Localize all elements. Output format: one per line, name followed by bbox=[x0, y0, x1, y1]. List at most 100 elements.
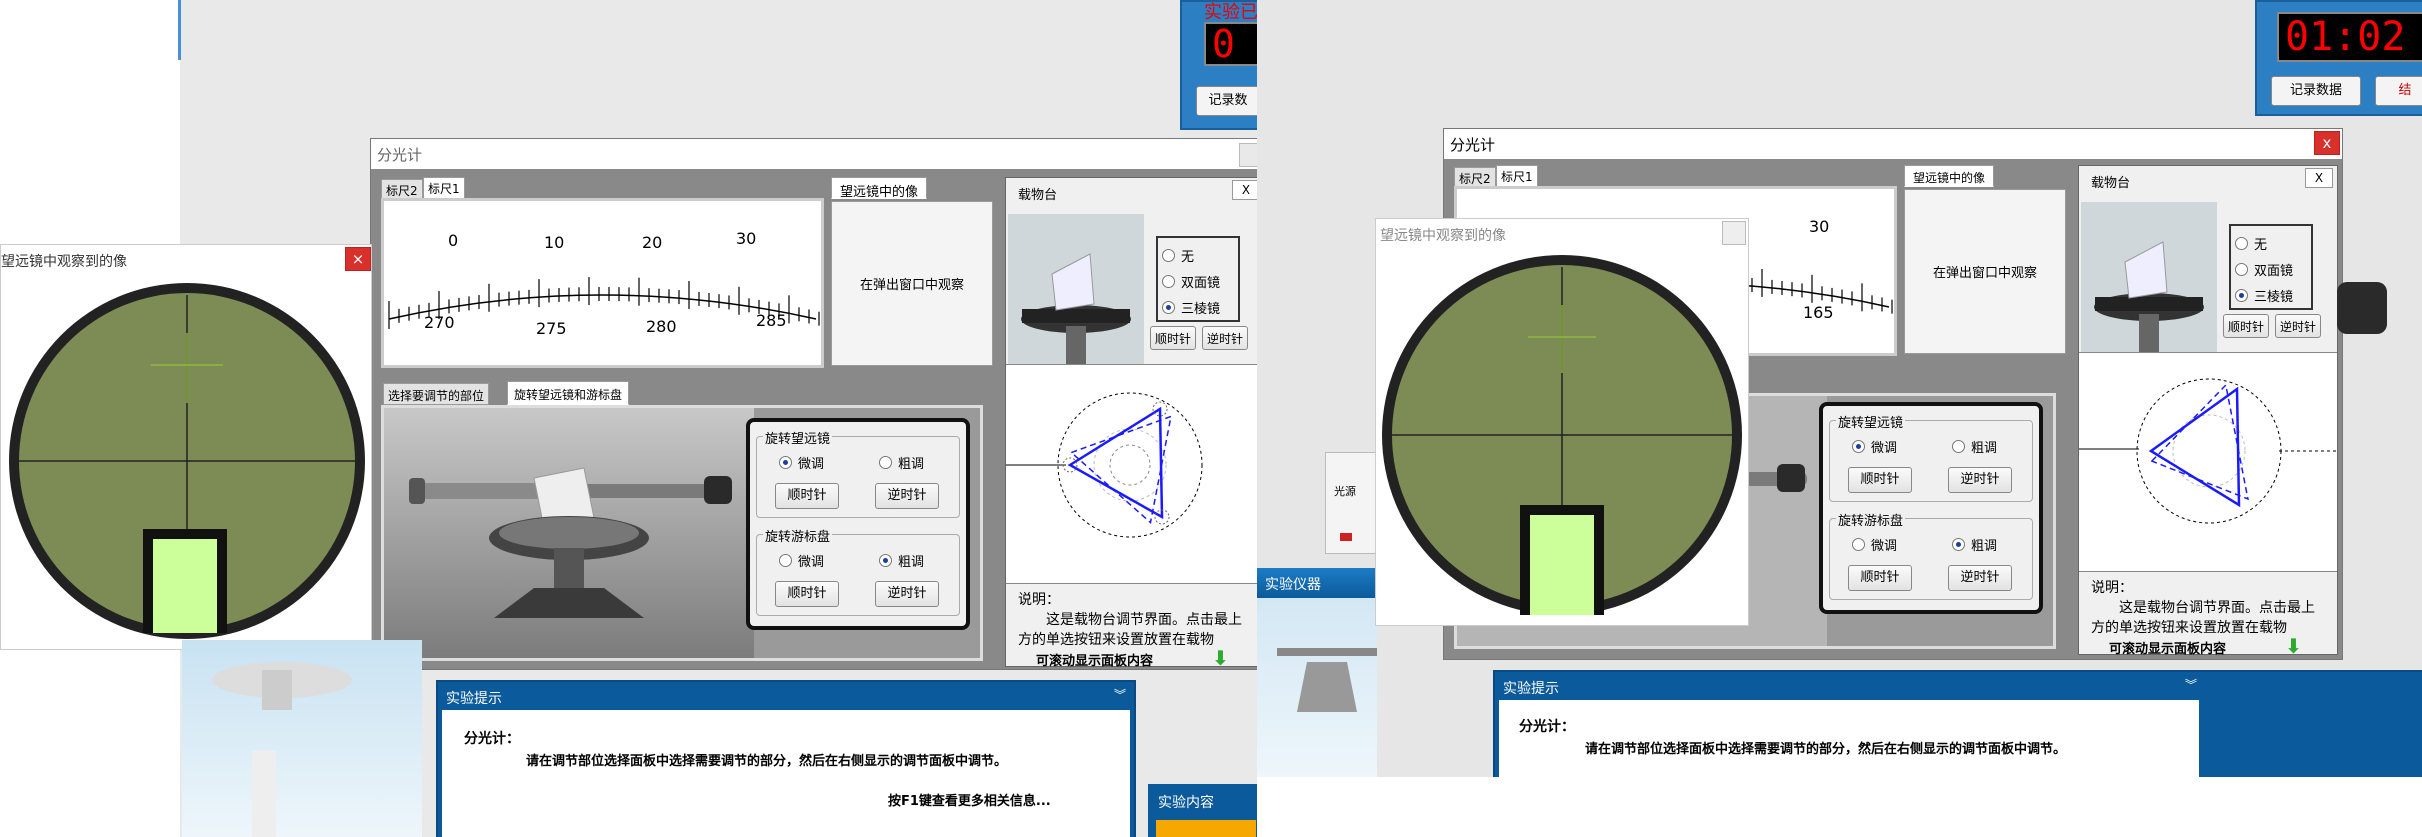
vernier-scale bbox=[388, 277, 820, 329]
stage-ccw-button[interactable]: 逆时针 bbox=[1202, 326, 1248, 350]
instrument-tab[interactable]: 实验仪器 bbox=[1257, 568, 1377, 598]
vernier-cw-button-right[interactable]: 顺时针 bbox=[1848, 565, 1912, 591]
hint-line-1: 请在调节部位选择面板中选择需要调节的部分，然后在右侧显示的调节面板中调节。 bbox=[526, 754, 1008, 769]
stage-panel: 载物台 X 无 双面镜 三棱镜 顺时针 逆时针 说明： 这是载物台调节界面。点击… bbox=[1005, 177, 1257, 670]
spectrometer-title-right: 分光计 bbox=[1444, 129, 2342, 159]
content-tab-label[interactable]: 实验内容 bbox=[1158, 792, 1214, 812]
vernier-cw-button[interactable]: 顺时针 bbox=[775, 581, 839, 607]
scale-bottom-275: 275 bbox=[536, 319, 567, 338]
vernier-group-label: 旋转游标盘 bbox=[763, 526, 833, 545]
timer-title: 实验已 bbox=[1204, 2, 1257, 23]
stage-note-text: 这是载物台调节界面。点击最上方的单选按钮来设置放置在载物 bbox=[1018, 612, 1242, 648]
telescope-fine-radio-right[interactable]: 微调 bbox=[1852, 437, 1897, 456]
adjust-panel: 旋转望远镜 微调 粗调 顺时针 逆时针 旋转游标盘 微调 粗调 顺时针 逆时针 bbox=[381, 405, 983, 661]
right-screen-bottom-cover bbox=[1257, 777, 2422, 837]
scale-bottom-165-right: 165 bbox=[1803, 303, 1834, 322]
scroll-down-arrow-icon-right[interactable]: ⬇ bbox=[2285, 634, 2302, 658]
instrument-thumb bbox=[1277, 648, 1377, 712]
telescope-image-text-right: 在弹出窗口中观察 bbox=[1932, 266, 2037, 281]
timer-panel: 实验已 0 记录数 bbox=[1180, 0, 1257, 130]
tab-rotate-telescope[interactable]: 旋转望远镜和游标盘 bbox=[507, 381, 630, 405]
scope-popup-window-right: 望远镜中观察到的像 bbox=[1375, 218, 1749, 626]
tab-telescope-image[interactable]: 望远镜中的像 bbox=[831, 177, 928, 200]
telescope-group-right: 旋转望远镜 微调 粗调 顺时针 逆时针 bbox=[1829, 412, 2033, 502]
scope-popup-close-button[interactable]: × bbox=[345, 247, 371, 271]
telescope-coarse-radio[interactable]: 粗调 bbox=[879, 453, 924, 472]
light-source-indicator bbox=[1340, 533, 1352, 541]
telescope-knob-right bbox=[2337, 282, 2387, 334]
hint-panel-right: 实验提示 ︾ 分光计： 请在调节部位选择面板中选择需要调节的部分，然后在右侧显示… bbox=[1493, 670, 2422, 792]
stage-cw-button[interactable]: 顺时针 bbox=[1150, 326, 1196, 350]
scale-top-30: 30 bbox=[736, 229, 757, 248]
stage-option-none[interactable]: 无 bbox=[1162, 246, 1194, 265]
stage-option-prism[interactable]: 三棱镜 bbox=[1162, 298, 1220, 317]
stage-option-double-mirror[interactable]: 双面镜 bbox=[1162, 272, 1220, 291]
vernier-group: 旋转游标盘 微调 粗调 顺时针 逆时针 bbox=[756, 526, 960, 616]
telescope-fine-radio[interactable]: 微调 bbox=[779, 453, 824, 472]
light-source-label: 光源 bbox=[1334, 485, 1356, 498]
stage-diagram bbox=[1006, 392, 1203, 538]
telescope-coarse-radio-right[interactable]: 粗调 bbox=[1952, 437, 1997, 456]
vernier-fine-radio[interactable]: 微调 bbox=[779, 551, 824, 570]
timer-panel-right: 01:02 记录数据 结 bbox=[2255, 0, 2422, 116]
tab-select-part[interactable]: 选择要调节的部位 bbox=[383, 383, 490, 405]
content-tab-panel: 实验内容 bbox=[1148, 784, 1257, 837]
scope-popup-close-button-right[interactable] bbox=[1722, 221, 1746, 245]
hint-title-right: 实验提示 bbox=[1503, 681, 1559, 697]
stage-option-prism-right[interactable]: 三棱镜 bbox=[2235, 286, 2293, 305]
telescope-cw-button[interactable]: 顺时针 bbox=[775, 483, 839, 509]
stage-option-double-mirror-right[interactable]: 双面镜 bbox=[2235, 260, 2293, 279]
instrument-bg bbox=[182, 640, 422, 837]
stage-cw-button-right[interactable]: 顺时针 bbox=[2223, 314, 2269, 338]
spectrometer-close-button-right[interactable]: x bbox=[2314, 131, 2340, 155]
record-data-button-right[interactable]: 记录数据 bbox=[2271, 76, 2361, 106]
scope-popup-window: 望远镜中观察到的像 × bbox=[0, 244, 372, 650]
telescope-image-text: 在弹出窗口中观察 bbox=[859, 278, 964, 293]
stage-photo bbox=[1008, 214, 1144, 364]
tab-scale-2[interactable]: 标尺2 bbox=[381, 179, 423, 199]
stage-scroll-label-right: 可滚动显示面板内容 bbox=[2109, 642, 2227, 657]
telescope-group-label: 旋转望远镜 bbox=[763, 428, 833, 447]
stage-close-button[interactable]: X bbox=[1232, 180, 1257, 200]
spectrometer-close-button[interactable] bbox=[1239, 143, 1257, 167]
tab-scale-1-right[interactable]: 标尺1 bbox=[1496, 165, 1538, 187]
hint-panel: 实验提示 ︾ 分光计： 请在调节部位选择面板中选择需要调节的部分，然后在右侧显示… bbox=[436, 680, 1136, 837]
scale-top-20: 20 bbox=[642, 233, 663, 252]
tab-telescope-image-right[interactable]: 望远镜中的像 bbox=[1904, 165, 1995, 187]
stage-scroll-label: 可滚动显示面板内容 bbox=[1036, 654, 1154, 669]
telescope-group: 旋转望远镜 微调 粗调 顺时针 逆时针 bbox=[756, 428, 960, 518]
telescope-ccw-button[interactable]: 逆时针 bbox=[875, 483, 939, 509]
telescope-ccw-button-right[interactable]: 逆时针 bbox=[1948, 467, 2012, 493]
vernier-coarse-radio[interactable]: 粗调 bbox=[879, 551, 924, 570]
telescope-view-right bbox=[1382, 255, 1742, 615]
scale-top-30-right: 30 bbox=[1809, 217, 1830, 236]
vernier-ccw-button[interactable]: 逆时针 bbox=[875, 581, 939, 607]
vernier-fine-radio-right[interactable]: 微调 bbox=[1852, 535, 1897, 554]
vernier-coarse-radio-right[interactable]: 粗调 bbox=[1952, 535, 1997, 554]
end-button-right[interactable]: 结 bbox=[2375, 76, 2422, 106]
telescope-cw-button-right[interactable]: 顺时针 bbox=[1848, 467, 1912, 493]
tab-scale-1[interactable]: 标尺1 bbox=[423, 177, 465, 199]
telescope-image-panel: 在弹出窗口中观察 bbox=[831, 201, 993, 366]
instrument-panel: 实验仪器 bbox=[1257, 568, 1377, 778]
stage-title-right: 载物台 bbox=[2091, 176, 2131, 191]
scroll-down-arrow-icon[interactable]: ⬇ bbox=[1212, 646, 1229, 670]
vernier-ccw-button-right[interactable]: 逆时针 bbox=[1948, 565, 2012, 591]
scale-bottom-280: 280 bbox=[646, 317, 677, 336]
tab-scale-2-right[interactable]: 标尺2 bbox=[1454, 167, 1496, 187]
spectrometer-photo bbox=[384, 408, 754, 658]
stage-option-none-right[interactable]: 无 bbox=[2235, 234, 2267, 253]
stage-note-title: 说明： bbox=[1018, 592, 1060, 608]
record-data-button[interactable]: 记录数 bbox=[1196, 86, 1257, 116]
content-tab-accent bbox=[1156, 820, 1256, 837]
hint-collapse-icon[interactable]: ︾ bbox=[1114, 686, 1126, 703]
vernier-group-right: 旋转游标盘 微调 粗调 顺时针 逆时针 bbox=[1829, 510, 2033, 600]
stage-close-button-right[interactable]: X bbox=[2305, 168, 2333, 188]
right-screen: 01:02 记录数据 结 光源 实验仪器 分光计 x 标尺2 标尺1 30 16… bbox=[1257, 0, 2422, 837]
stage-ccw-button-right[interactable]: 逆时针 bbox=[2275, 314, 2321, 338]
scale-bottom-270: 270 bbox=[424, 313, 455, 332]
stage-options: 无 双面镜 三棱镜 bbox=[1156, 236, 1240, 322]
desktop-left-edge bbox=[178, 0, 181, 60]
hint-collapse-icon-right[interactable]: ︾ bbox=[2185, 676, 2197, 693]
telescope-view bbox=[9, 283, 365, 639]
